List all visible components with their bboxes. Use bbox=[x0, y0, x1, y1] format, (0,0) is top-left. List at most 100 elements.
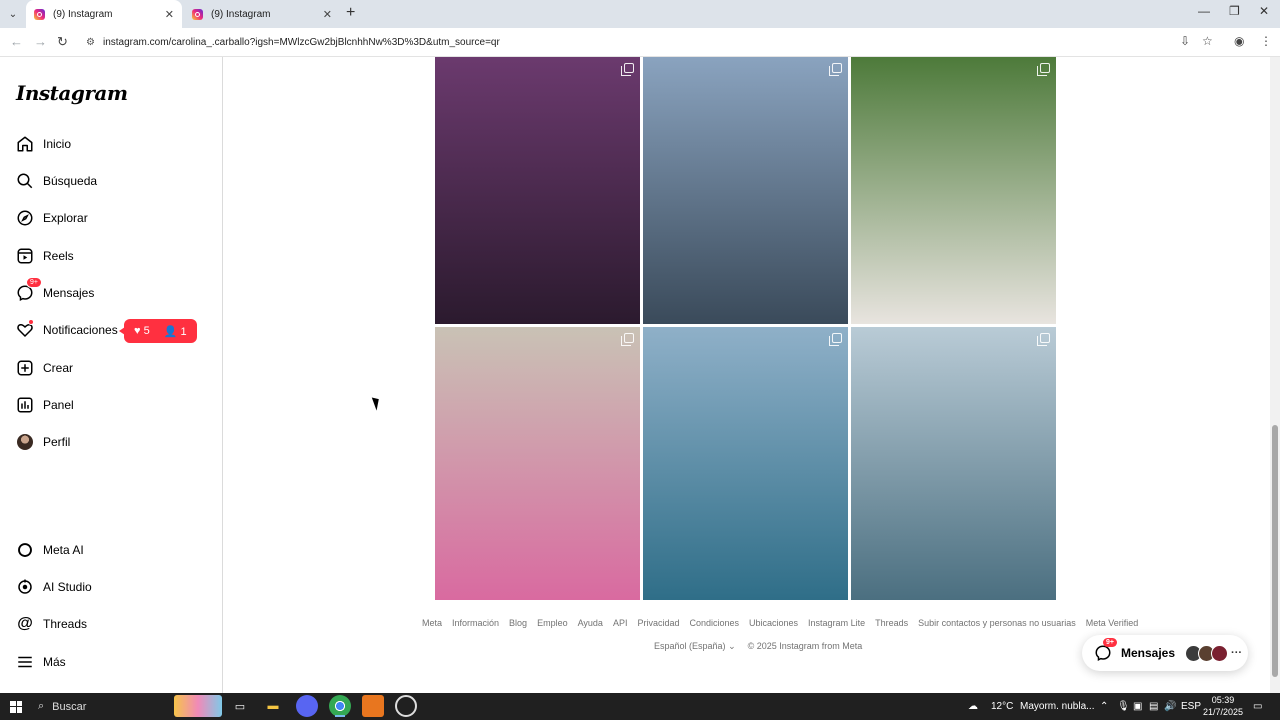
post-thumbnail[interactable] bbox=[851, 57, 1056, 324]
browser-tab-active[interactable]: (9) Instagram ✕ bbox=[26, 0, 182, 28]
copyright: © 2025 Instagram from Meta bbox=[747, 641, 863, 651]
language-selector[interactable]: Español (España) ⌄ bbox=[654, 641, 736, 652]
clock-date: 21/7/2025 bbox=[1203, 707, 1244, 717]
tab-search-icon[interactable]: ⌄ bbox=[4, 5, 22, 23]
file-explorer-icon[interactable]: ▬ bbox=[262, 695, 284, 717]
notification-popup[interactable]: ♥ 5 👤 1 bbox=[119, 319, 197, 343]
app-icon[interactable] bbox=[362, 695, 384, 717]
avatar bbox=[17, 434, 33, 450]
sidebar-item-threads[interactable]: @ Threads bbox=[16, 609, 87, 639]
site-info-icon[interactable]: ⚙ bbox=[86, 37, 95, 48]
footer-link[interactable]: Blog bbox=[509, 618, 527, 628]
post-thumbnail[interactable] bbox=[643, 57, 848, 324]
chrome-icon[interactable] bbox=[329, 695, 351, 717]
sidebar-item-label: Mensajes bbox=[43, 286, 95, 300]
system-clock[interactable]: 05:39 21/7/2025 bbox=[1203, 694, 1243, 718]
close-tab-icon[interactable]: ✕ bbox=[323, 8, 332, 21]
sidebar-item-label: Explorar bbox=[43, 211, 88, 225]
input-language[interactable]: ESP bbox=[1181, 701, 1201, 712]
profile-icon[interactable]: ◉ bbox=[1234, 34, 1244, 48]
sidebar-item-perfil[interactable]: Perfil bbox=[16, 427, 70, 457]
sidebar-item-mas[interactable]: Más bbox=[16, 647, 66, 677]
tab-title: (9) Instagram bbox=[53, 8, 113, 20]
weather-temp[interactable]: 12°C bbox=[991, 701, 1013, 712]
close-tab-icon[interactable]: ✕ bbox=[165, 8, 174, 21]
footer-link[interactable]: Condiciones bbox=[689, 618, 739, 628]
sidebar-item-inicio[interactable]: Inicio bbox=[16, 129, 71, 159]
footer-link[interactable]: Threads bbox=[875, 618, 908, 628]
sidebar-item-busqueda[interactable]: Búsqueda bbox=[16, 166, 97, 196]
url-text: instagram.com/carolina_.carballo?igsh=MW… bbox=[102, 36, 500, 48]
sidebar-item-label: Crear bbox=[43, 361, 74, 375]
footer-link[interactable]: Meta Verified bbox=[1086, 618, 1139, 628]
notifications-center-icon[interactable]: ▭ bbox=[1253, 701, 1262, 712]
instagram-logo[interactable]: Instagram bbox=[16, 81, 128, 105]
footer-link[interactable]: API bbox=[613, 618, 628, 628]
sidebar-item-notificaciones[interactable]: Notificaciones bbox=[16, 315, 118, 345]
volume-icon[interactable]: 🔊 bbox=[1164, 701, 1176, 712]
search-highlight-image[interactable] bbox=[174, 695, 222, 717]
sidebar-item-crear[interactable]: Crear bbox=[16, 353, 73, 383]
close-window-icon[interactable]: ✕ bbox=[1259, 4, 1269, 18]
task-view-icon[interactable]: ▭ bbox=[229, 695, 251, 717]
meta-ai-icon bbox=[16, 541, 34, 559]
sidebar-item-mensajes[interactable]: 9+ Mensajes bbox=[16, 277, 95, 308]
sidebar-item-ai-studio[interactable]: AI Studio bbox=[16, 572, 92, 602]
clock-app-icon[interactable] bbox=[395, 695, 417, 717]
footer-link[interactable]: Subir contactos y personas no usuarias bbox=[918, 618, 1076, 628]
microphone-icon[interactable]: 🎙 bbox=[1117, 701, 1130, 712]
bookmark-star-icon[interactable]: ☆ bbox=[1202, 34, 1213, 48]
sidebar-item-panel[interactable]: Panel bbox=[16, 390, 74, 420]
discord-icon[interactable] bbox=[296, 695, 318, 717]
minimize-icon[interactable]: — bbox=[1198, 4, 1210, 18]
restore-icon[interactable]: ❐ bbox=[1229, 4, 1240, 18]
messages-floating-button[interactable]: 9+ Mensajes ··· bbox=[1082, 635, 1248, 671]
sidebar-item-label: Panel bbox=[43, 398, 74, 412]
forward-icon[interactable]: → bbox=[34, 34, 47, 49]
scrollbar-thumb[interactable] bbox=[1272, 425, 1278, 677]
url-field[interactable]: ⚙ instagram.com/carolina_.carballo?igsh=… bbox=[80, 31, 1220, 53]
browser-tab[interactable]: (9) Instagram ✕ bbox=[184, 0, 340, 28]
sidebar-item-reels[interactable]: Reels bbox=[16, 241, 74, 271]
footer-link[interactable]: Empleo bbox=[537, 618, 568, 628]
post-thumbnail[interactable] bbox=[851, 327, 1056, 600]
sidebar-item-meta-ai[interactable]: Meta AI bbox=[16, 535, 84, 565]
new-tab-icon[interactable]: + bbox=[346, 4, 355, 22]
footer-link[interactable]: Ubicaciones bbox=[749, 618, 798, 628]
start-button[interactable] bbox=[8, 693, 24, 720]
windows-taskbar: ⌕ Buscar ▭ ▬ ☁ 12°C Mayorm. nubla... ⌃ 🎙… bbox=[0, 693, 1280, 720]
dashboard-icon bbox=[16, 396, 34, 414]
security-icon[interactable]: ▣ bbox=[1133, 701, 1142, 712]
sidebar-item-label: Búsqueda bbox=[43, 174, 98, 188]
kebab-menu-icon[interactable]: ⋮ bbox=[1260, 34, 1272, 48]
sidebar-item-label: Más bbox=[43, 655, 66, 669]
sidebar-item-label: Reels bbox=[43, 249, 74, 263]
sidebar-item-explorar[interactable]: Explorar bbox=[16, 203, 88, 233]
post-thumbnail[interactable] bbox=[435, 57, 640, 324]
search-icon: ⌕ bbox=[38, 700, 45, 712]
instagram-favicon-icon bbox=[192, 8, 203, 20]
reload-icon[interactable]: ↻ bbox=[57, 34, 68, 50]
footer-link[interactable]: Información bbox=[452, 618, 499, 628]
footer-link[interactable]: Meta bbox=[422, 618, 442, 628]
post-thumbnail[interactable] bbox=[435, 327, 640, 600]
footer-link[interactable]: Privacidad bbox=[637, 618, 679, 628]
carousel-icon bbox=[1037, 63, 1050, 76]
page-scrollbar[interactable] bbox=[1270, 57, 1280, 693]
menu-icon bbox=[16, 653, 34, 671]
messages-badge: 9+ bbox=[1103, 638, 1117, 647]
compass-icon bbox=[16, 209, 34, 227]
heart-filled-icon: ♥ bbox=[134, 325, 141, 337]
chevron-up-icon[interactable]: ⌃ bbox=[1100, 701, 1108, 712]
weather-desc[interactable]: Mayorm. nubla... bbox=[1020, 701, 1094, 712]
footer-link[interactable]: Instagram Lite bbox=[808, 618, 865, 628]
install-app-icon[interactable]: ⇩ bbox=[1180, 34, 1190, 48]
weather-icon[interactable]: ☁ bbox=[968, 701, 978, 712]
footer-link[interactable]: Ayuda bbox=[578, 618, 603, 628]
network-icon[interactable]: ▤ bbox=[1149, 701, 1158, 712]
sidebar-item-label: AI Studio bbox=[43, 580, 92, 594]
likes-count: ♥ 5 bbox=[134, 325, 150, 337]
threads-icon: @ bbox=[17, 615, 33, 632]
post-thumbnail[interactable] bbox=[643, 327, 848, 600]
back-icon[interactable]: ← bbox=[10, 34, 23, 49]
